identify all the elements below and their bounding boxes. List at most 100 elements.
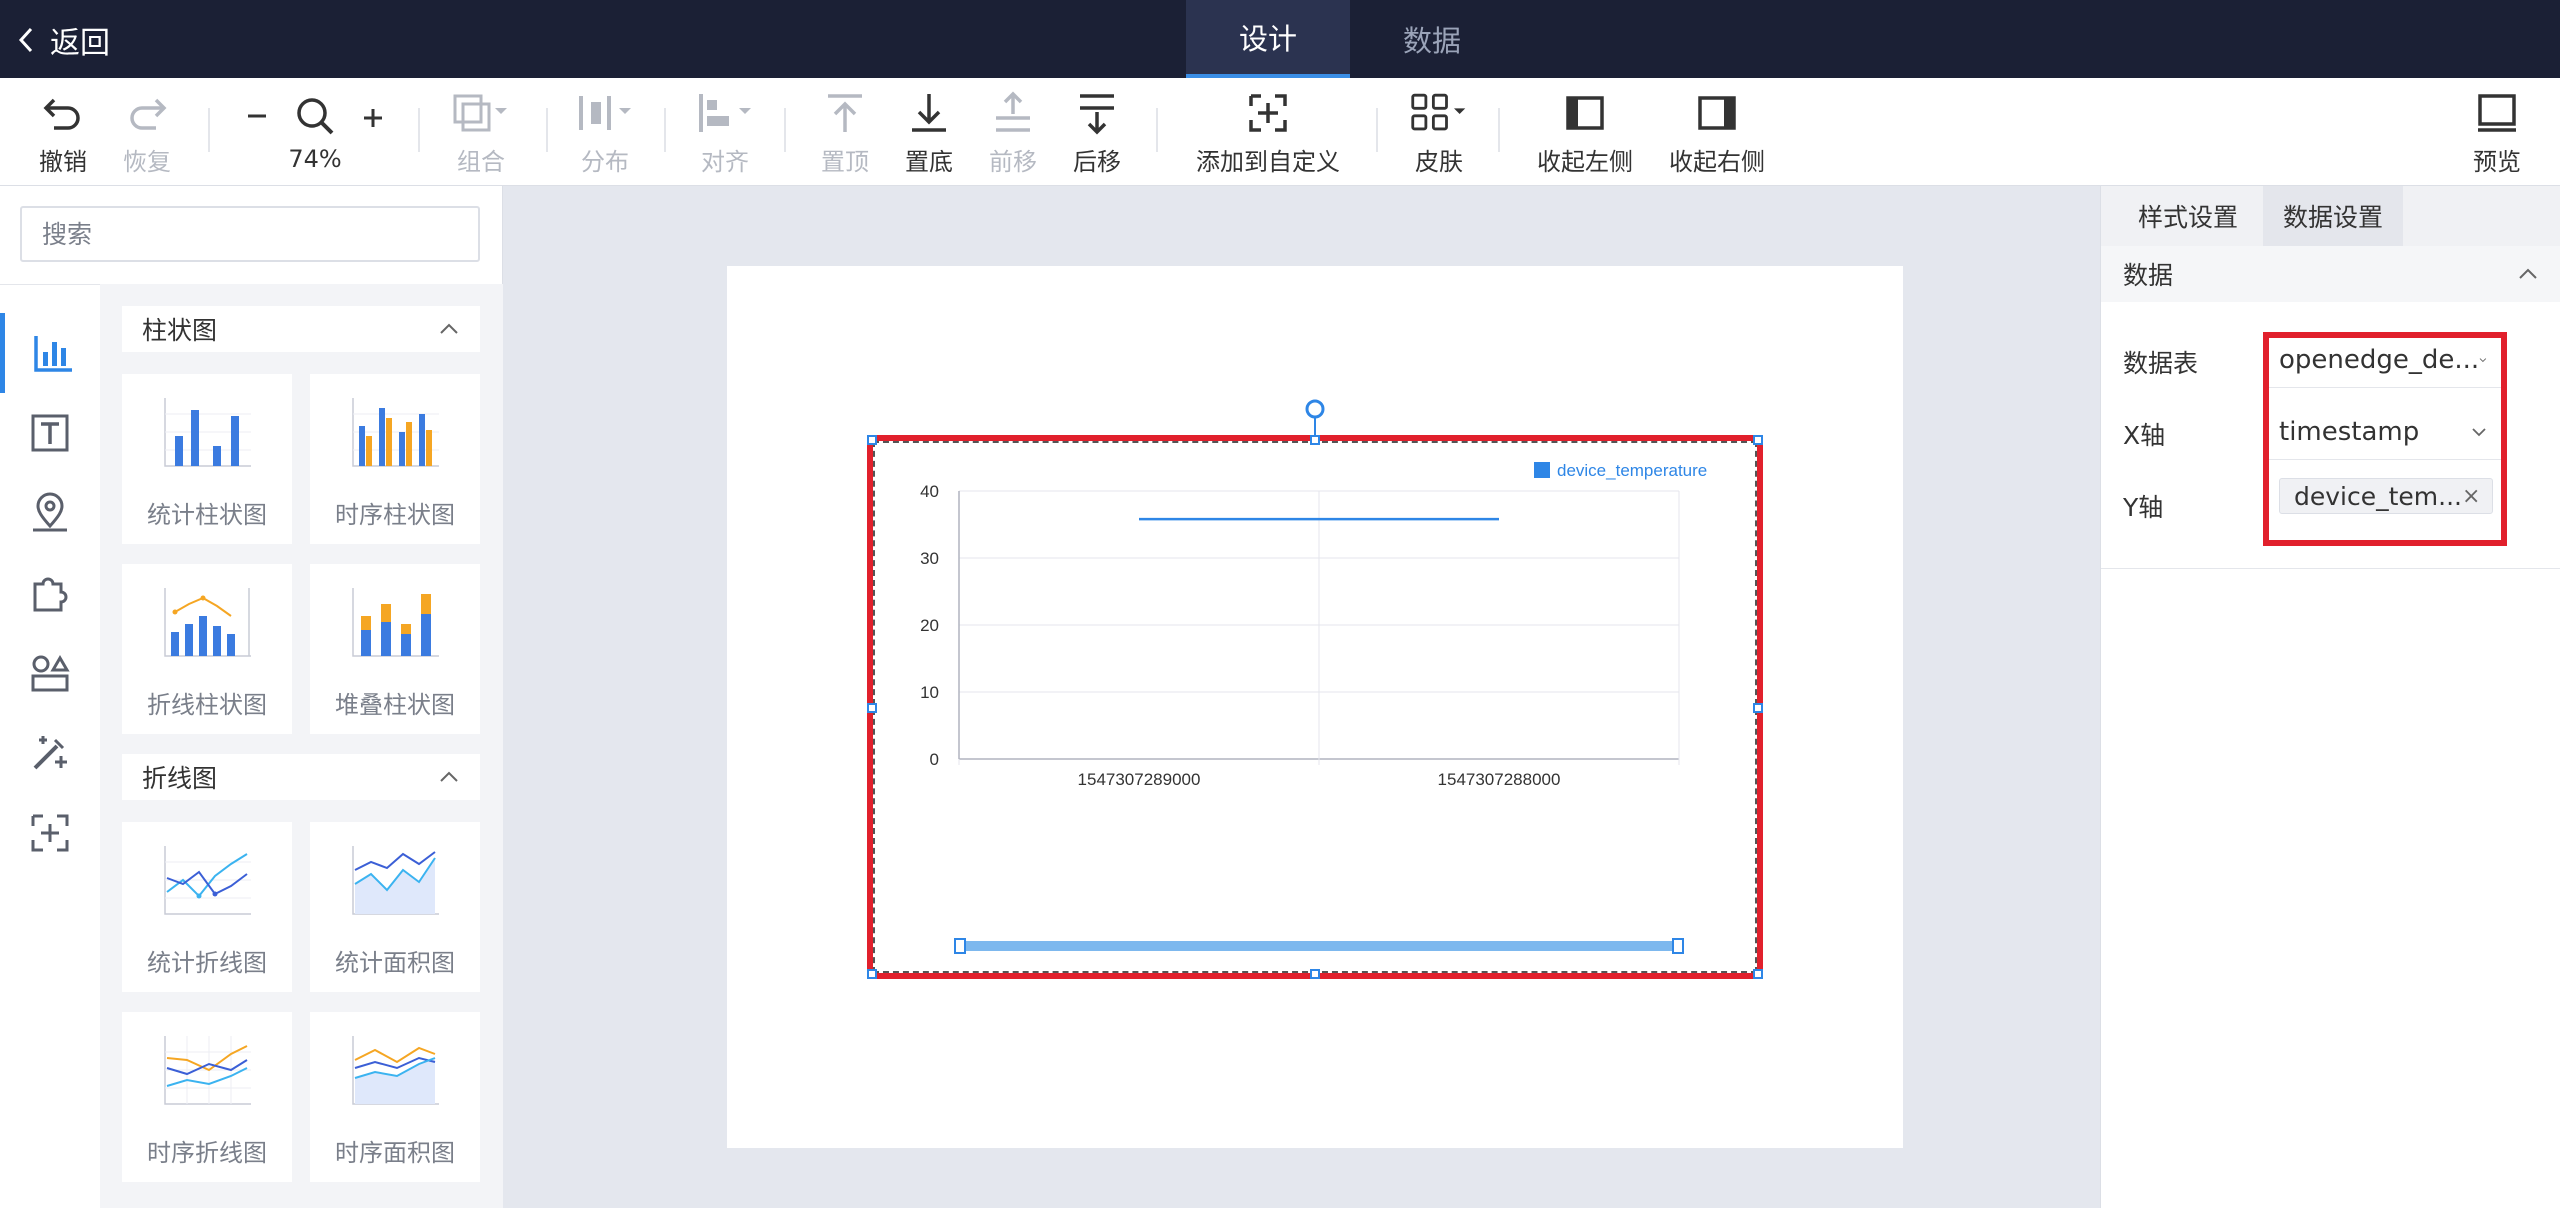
- component-card[interactable]: 时序面积图: [310, 1012, 480, 1182]
- component-card[interactable]: 统计面积图: [310, 822, 480, 992]
- component-card[interactable]: 堆叠柱状图: [310, 564, 480, 734]
- component-card[interactable]: 统计折线图: [122, 822, 292, 992]
- y-tick-label: 20: [920, 616, 939, 635]
- section-bar-charts[interactable]: 柱状图: [122, 306, 480, 352]
- legend-label[interactable]: device_temperature: [1557, 461, 1707, 480]
- data-zoom-bar[interactable]: [959, 941, 1679, 951]
- collapse-right-label: 收起右侧: [1669, 147, 1765, 176]
- resize-handle[interactable]: [867, 969, 877, 979]
- zoom-out-icon[interactable]: [245, 93, 269, 139]
- rail-plugin[interactable]: [0, 553, 100, 633]
- chart-grid: [958, 490, 1680, 765]
- y-axis-tag[interactable]: device_tem... ×: [2279, 478, 2493, 514]
- rail-custom[interactable]: [0, 793, 100, 873]
- resize-handle[interactable]: [867, 435, 877, 445]
- tab-style-settings[interactable]: 样式设置: [2115, 186, 2261, 246]
- distribute-button[interactable]: 分布: [570, 78, 640, 186]
- divider: [2101, 568, 2560, 569]
- back-button[interactable]: 返回: [16, 20, 110, 61]
- redo-icon: [130, 98, 167, 130]
- component-label: 时序面积图: [335, 1139, 455, 1167]
- send-backward-button[interactable]: 后移: [1062, 78, 1132, 186]
- zoom-in-icon[interactable]: [361, 93, 385, 139]
- rail-shapes[interactable]: [0, 633, 100, 713]
- component-card[interactable]: 时序折线图: [122, 1012, 292, 1182]
- tab-design[interactable]: 设计: [1186, 0, 1350, 78]
- component-card[interactable]: 时序柱状图: [310, 374, 480, 544]
- y-axis-label: Y轴: [2123, 493, 2164, 522]
- undo-button[interactable]: 撤销: [30, 78, 96, 186]
- component-card[interactable]: 统计柱状图: [122, 374, 292, 544]
- bring-to-top-button[interactable]: 置顶: [810, 78, 880, 186]
- send-to-bottom-icon: [912, 93, 946, 132]
- x-axis-select[interactable]: timestamp: [2269, 404, 2501, 460]
- y-axis-ticks: 0 10 20 30 40: [920, 482, 939, 769]
- bar-chart-thumbnail-icon: [164, 398, 251, 467]
- align-label: 对齐: [701, 147, 749, 176]
- rail-chart[interactable]: [0, 313, 100, 393]
- tab-data[interactable]: 数据: [1350, 0, 1514, 78]
- align-button[interactable]: 对齐: [690, 78, 760, 186]
- resize-handle[interactable]: [1753, 435, 1763, 445]
- component-panel: 柱状图 统计柱状图 时序柱状图 折线柱状图 堆叠柱状图 折线图 统计折线图 统计…: [0, 186, 503, 1208]
- chart-widget[interactable]: 0 10 20 30 40 1547307289000 1547307288000 dev…: [867, 399, 1763, 979]
- add-custom-icon: [1249, 93, 1287, 132]
- area-chart-thumbnail-icon: [352, 846, 439, 915]
- component-card[interactable]: 折线柱状图: [122, 564, 292, 734]
- rotate-handle-icon[interactable]: [1303, 399, 1327, 435]
- resize-handle[interactable]: [1310, 435, 1320, 445]
- properties-panel: 样式设置 数据设置 数据 数据表 X轴 Y轴 openedge_de... ti…: [2100, 186, 2560, 1208]
- x-axis-ticks: 1547307289000 1547307288000: [1078, 770, 1561, 789]
- legend-swatch: [1534, 462, 1550, 478]
- resize-handle[interactable]: [1753, 703, 1763, 713]
- bring-forward-button[interactable]: 前移: [978, 78, 1048, 186]
- shapes-icon: [31, 655, 70, 692]
- resize-handle[interactable]: [1310, 969, 1320, 979]
- x-tick-label: 1547307288000: [1438, 770, 1561, 789]
- resize-handle[interactable]: [867, 703, 877, 713]
- data-zoom-handle-left[interactable]: [954, 938, 966, 954]
- custom-add-icon: [31, 814, 69, 852]
- map-pin-icon: [33, 492, 67, 532]
- x-axis-value: timestamp: [2279, 416, 2420, 447]
- section-line-charts[interactable]: 折线图: [122, 754, 480, 800]
- back-label: 返回: [50, 26, 110, 61]
- add-to-custom-button[interactable]: 添加到自定义: [1188, 78, 1348, 186]
- group-icon: [453, 94, 507, 131]
- component-label: 统计柱状图: [147, 501, 267, 529]
- rail-magic[interactable]: [0, 713, 100, 793]
- collapse-left-button[interactable]: 收起左侧: [1530, 78, 1640, 186]
- redo-button[interactable]: 恢复: [114, 78, 180, 186]
- magic-wand-icon: [33, 736, 67, 770]
- send-to-bottom-button[interactable]: 置底: [894, 78, 964, 186]
- canvas-page[interactable]: 0 10 20 30 40 1547307289000 1547307288000 dev…: [727, 266, 1903, 1148]
- group-button[interactable]: 组合: [446, 78, 516, 186]
- data-section-header[interactable]: 数据: [2101, 246, 2560, 302]
- close-icon[interactable]: ×: [2462, 484, 2480, 509]
- component-label: 时序柱状图: [335, 501, 455, 529]
- collapse-right-icon: [1698, 95, 1736, 130]
- preview-icon: [2478, 93, 2516, 132]
- component-label: 统计面积图: [335, 949, 455, 977]
- undo-label: 撤销: [39, 147, 87, 176]
- tab-data-settings-label: 数据设置: [2282, 203, 2383, 232]
- chevron-up-icon: [440, 771, 458, 782]
- distribute-label: 分布: [581, 147, 629, 176]
- resize-handle[interactable]: [1753, 969, 1763, 979]
- bring-forward-icon: [996, 91, 1030, 132]
- component-label: 折线柱状图: [147, 691, 267, 719]
- skin-button[interactable]: 皮肤: [1402, 78, 1476, 186]
- preview-button[interactable]: 预览: [2462, 78, 2532, 186]
- tab-data-settings[interactable]: 数据设置: [2263, 186, 2403, 246]
- component-label: 统计折线图: [147, 949, 267, 977]
- component-label: 时序折线图: [147, 1139, 267, 1167]
- search-input[interactable]: [20, 206, 480, 262]
- data-zoom-handle-right[interactable]: [1672, 938, 1684, 954]
- line-chart: 0 10 20 30 40 1547307289000 1547307288000 dev…: [920, 461, 1707, 954]
- bring-to-top-label: 置顶: [821, 147, 869, 176]
- collapse-right-button[interactable]: 收起右侧: [1662, 78, 1772, 186]
- rail-map[interactable]: [0, 473, 100, 553]
- stacked-bar-chart-thumbnail-icon: [352, 588, 439, 657]
- rail-text[interactable]: [0, 393, 100, 473]
- data-table-select[interactable]: openedge_de...: [2269, 332, 2501, 388]
